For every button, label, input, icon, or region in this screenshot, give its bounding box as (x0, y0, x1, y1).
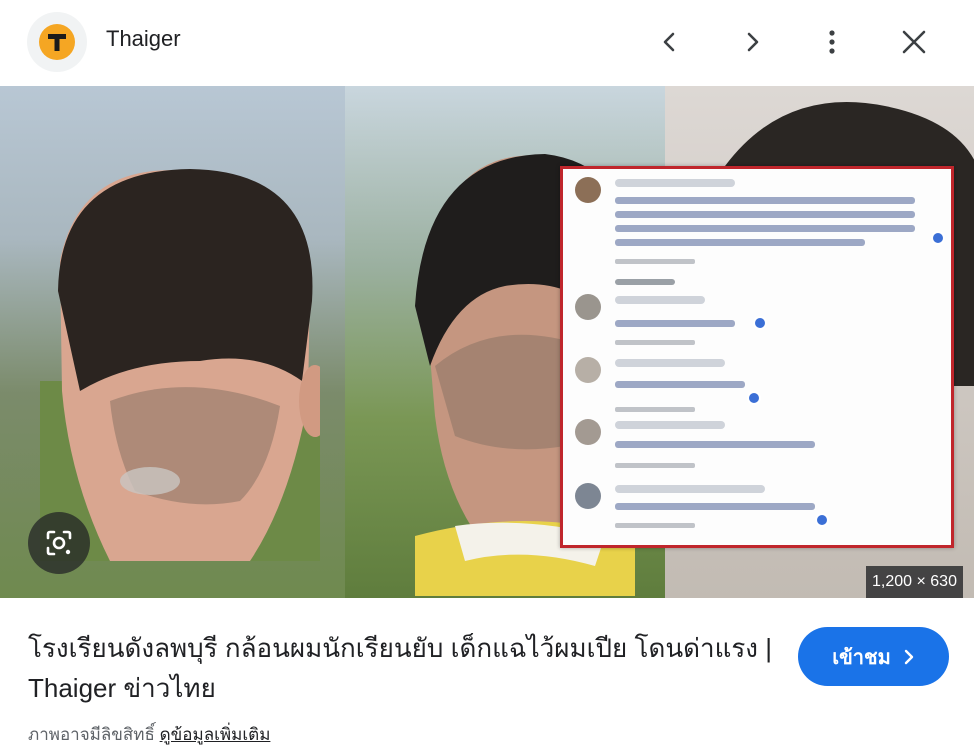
head-illustration-left (40, 169, 320, 561)
close-button[interactable] (892, 20, 936, 64)
lens-icon (46, 530, 72, 556)
comments-screenshot (560, 166, 954, 548)
visit-button[interactable]: เข้าชม (798, 627, 949, 686)
learn-more-link[interactable]: ดูข้อมูลเพิ่มเติม (160, 725, 271, 744)
image-preview[interactable]: 1,200 × 630 (0, 86, 974, 598)
result-title[interactable]: โรงเรียนดังลพบุรี กล้อนผมนักเรียนยับ เด็… (28, 628, 776, 708)
chevron-left-icon (663, 32, 675, 52)
chevron-right-icon (747, 32, 759, 52)
lens-search-button[interactable] (28, 512, 90, 574)
copyright-footer: ภาพอาจมีลิขสิทธิ์ ดูข้อมูลเพิ่มเติม (28, 721, 270, 748)
previous-button[interactable] (648, 20, 692, 64)
more-vert-icon (829, 30, 835, 54)
copyright-notice: ภาพอาจมีลิขสิทธิ์ (28, 725, 155, 744)
visit-button-label: เข้าชม (832, 646, 891, 669)
more-options-button[interactable] (810, 20, 854, 64)
image-dimensions-badge: 1,200 × 630 (866, 566, 963, 598)
thaiger-logo-icon (39, 24, 75, 60)
source-name[interactable]: Thaiger (106, 26, 181, 52)
next-button[interactable] (730, 20, 774, 64)
close-icon (902, 30, 926, 54)
source-logo[interactable] (27, 12, 87, 72)
chevron-right-small-icon (904, 649, 913, 664)
panel-header: Thaiger (0, 0, 974, 86)
